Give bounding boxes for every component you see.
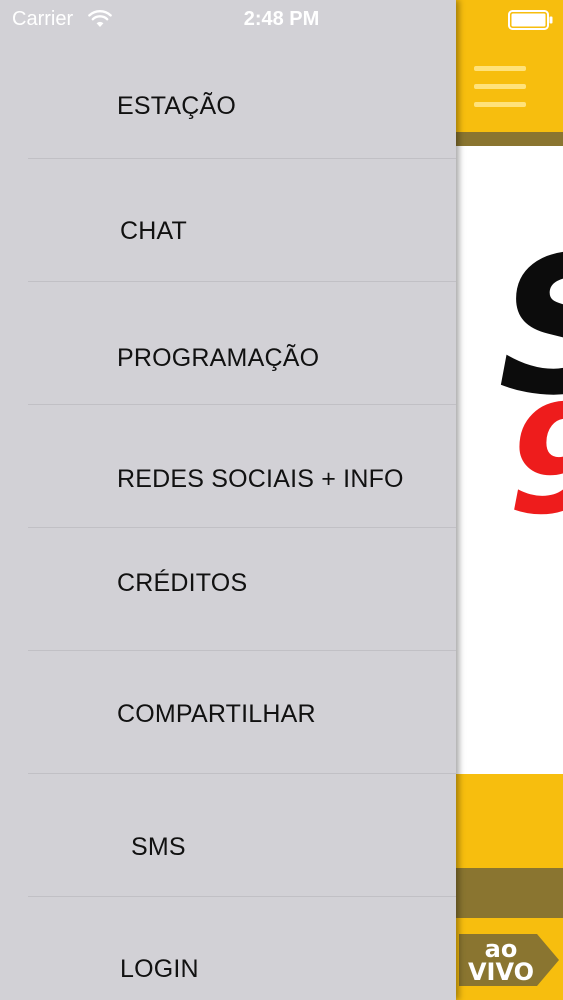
header-divider [456,132,563,146]
menu-item-label: CHAT [120,217,187,245]
live-badge[interactable]: ao VIVO [459,934,559,986]
menu-item-label: SMS [131,833,186,861]
menu-item-label: LOGIN [120,955,199,983]
main-app-view: S 9 ao VIVO [456,0,563,1000]
menu-item-label: CRÉDITOS [117,569,248,597]
player-band [456,774,563,868]
menu-item-label: REDES SOCIAIS + INFO [117,465,404,493]
menu-item-login[interactable]: LOGIN [0,897,456,1000]
status-time: 2:48 PM [243,8,320,30]
menu-item-redes-sociais[interactable]: REDES SOCIAIS + INFO [0,405,456,527]
menu-item-chat[interactable]: CHAT [0,159,456,281]
side-menu: ESTAÇÃO CHAT PROGRAMAÇÃO REDES SOCIAIS +… [0,0,456,1000]
logo-digit: 9 [508,386,563,536]
live-badge-line2: VIVO [467,958,535,986]
menu-item-creditos[interactable]: CRÉDITOS [0,528,456,650]
menu-item-label: COMPARTILHAR [117,700,316,728]
menu-item-compartilhar[interactable]: COMPARTILHAR [0,651,456,773]
menu-item-label: ESTAÇÃO [117,92,237,120]
player-divider [456,868,563,918]
status-bar: Carrier 2:48 PM [0,0,563,40]
menu-item-programacao[interactable]: PROGRAMAÇÃO [0,282,456,404]
hamburger-menu-icon[interactable] [474,66,526,108]
menu-item-sms[interactable]: SMS [0,774,456,896]
menu-item-label: PROGRAMAÇÃO [117,344,320,372]
battery-icon [508,10,553,30]
menu-item-estacao[interactable]: ESTAÇÃO [0,72,456,158]
